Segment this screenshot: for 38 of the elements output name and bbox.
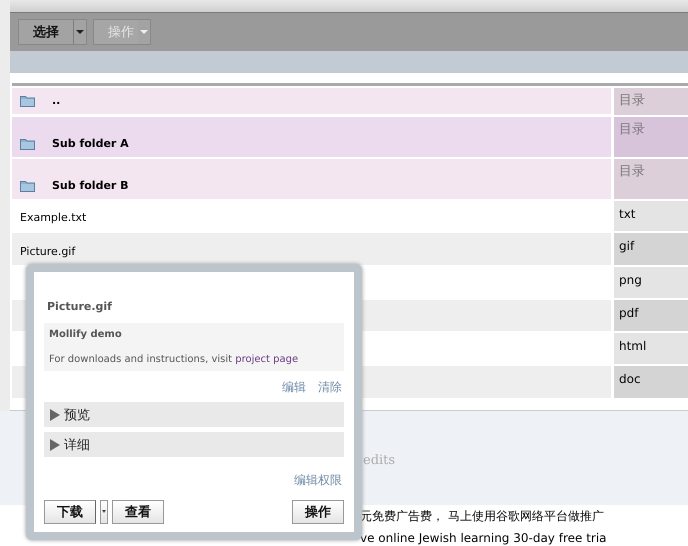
file-name[interactable]: Sub folder A [52,137,129,150]
file-name[interactable]: Picture.gif [20,245,76,258]
file-title: Picture.gif [47,300,113,313]
file-type: html [614,333,688,364]
permissions-link[interactable]: 编辑权限 [294,472,342,489]
file-type: gif [614,233,688,265]
action-button[interactable]: 操作 [292,500,344,524]
file-type: png [614,267,688,298]
action-link[interactable]: 编辑 [282,379,306,396]
file-type: 目录 [614,88,688,115]
dropdown-caret-icon[interactable] [100,500,108,524]
file-type: doc [614,366,688,398]
file-name[interactable]: Sub folder B [52,179,129,192]
file-type: txt [614,201,688,231]
file-name[interactable]: .. [52,94,60,107]
section-header[interactable]: 预览 [44,402,344,427]
expand-triangle-icon[interactable] [50,408,60,420]
file-type: 目录 [614,117,688,157]
action-link[interactable]: 清除 [318,379,342,396]
section-title: 预览 [64,406,90,424]
file-name[interactable]: Example.txt [20,211,86,224]
section-header[interactable]: 详细 [44,432,344,457]
expand-triangle-icon[interactable] [50,438,60,450]
section-title: 详细 [64,436,90,454]
dropdown-caret-icon[interactable] [74,20,86,44]
menu-button[interactable]: 选择 [19,20,74,44]
file-type: pdf [614,300,688,331]
file-type: 目录 [614,159,688,199]
folder-icon [20,138,35,150]
notice-heading: Mollify demo [49,329,123,340]
project-page-link[interactable]: project page [235,354,298,365]
action-button[interactable]: 查看 [112,500,164,524]
ad-text[interactable]: ve online Jewish learning 30-day free tria [360,531,607,545]
notice-text: For downloads and instructions, visit project page [49,354,300,365]
action-button[interactable]: 下载 [44,500,96,524]
credits-text: edits [363,453,396,468]
folder-icon [20,95,35,107]
folder-icon [20,180,35,192]
